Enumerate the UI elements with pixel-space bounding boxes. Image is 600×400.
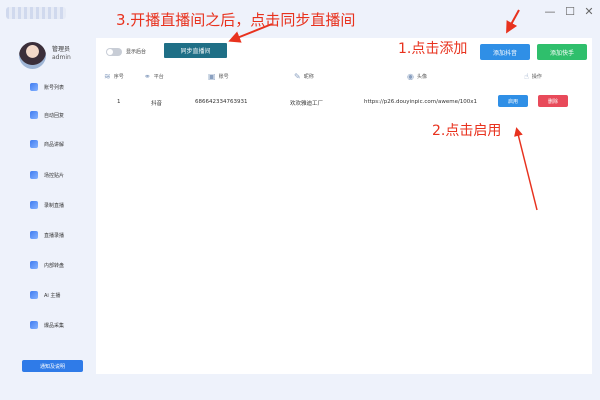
sidebar-item-label: 自动回复 xyxy=(44,112,65,119)
link-icon: ⚭ xyxy=(144,72,151,81)
sidebar-item-ai-host[interactable]: Ai 主播 xyxy=(0,286,96,304)
cell-platform: 抖音 xyxy=(151,101,163,107)
cell-index: 1 xyxy=(117,99,121,105)
sidebar-item-account-list[interactable]: 账号列表 xyxy=(0,78,96,96)
account-list-icon xyxy=(30,83,38,91)
sidebar-item-auto-reply[interactable]: 自动回复 xyxy=(0,106,96,124)
sidebar-item-label: 场控贴片 xyxy=(44,172,65,179)
sidebar-item-label: 商品讲解 xyxy=(44,141,65,148)
avatar xyxy=(19,42,46,69)
notice-button[interactable]: 通知及说明 xyxy=(22,360,83,372)
arrow-to-add-button xyxy=(506,9,520,34)
cell-nickname: 欢欢雅迪工厂 xyxy=(290,101,324,107)
column-header-nickname: ✎ 昵称 xyxy=(294,72,314,81)
sidebar-item-label: 直播录播 xyxy=(44,232,65,239)
replay-icon xyxy=(30,231,38,239)
column-header-actions: ☝ 操作 xyxy=(524,72,542,81)
sidebar-item-label: 录制直播 xyxy=(44,202,65,209)
annotation-step2: 2.点击启用 xyxy=(432,123,502,139)
toggle-label: 显示后台 xyxy=(126,49,147,55)
sidebar-item-product-explain[interactable]: 商品讲解 xyxy=(0,135,96,153)
sidebar-item-label: 账号列表 xyxy=(44,84,65,91)
sidebar-item-record-live[interactable]: 录制直播 xyxy=(0,196,96,214)
sidebar-item-field-control-sticker[interactable]: 场控贴片 xyxy=(0,166,96,184)
sidebar-item-label: Ai 主播 xyxy=(44,292,61,299)
layers-icon: ≋ xyxy=(104,72,111,81)
user-name: 管理员 xyxy=(52,46,71,53)
wheel-icon xyxy=(30,261,38,269)
sidebar: 管理员 admin 账号列表 自动回复 商品讲解 场控贴片 录制直播 直播录播 xyxy=(0,30,96,400)
auto-reply-icon xyxy=(30,111,38,119)
ai-host-icon xyxy=(30,291,38,299)
main-panel: 显示后台 同步直播间 添加抖音 添加快手 ≋ 序号 ⚭ 平台 ▣ 账号 ✎ 昵称… xyxy=(96,38,592,374)
column-header-account: ▣ 账号 xyxy=(208,72,229,81)
sidebar-item-internal-wheel[interactable]: 内部转盘 xyxy=(0,256,96,274)
minimize-icon[interactable]: — xyxy=(543,5,557,18)
user-role: admin xyxy=(52,54,71,61)
show-background-toggle[interactable] xyxy=(106,48,122,56)
edit-icon: ✎ xyxy=(294,72,301,81)
sidebar-item-live-replay[interactable]: 直播录播 xyxy=(0,226,96,244)
column-header-avatar: ◉ 头像 xyxy=(407,72,427,81)
user-icon: ◉ xyxy=(407,72,414,81)
pointer-icon: ☝ xyxy=(524,72,529,81)
sync-live-room-button[interactable]: 同步直播间 xyxy=(164,43,227,58)
column-header-index: ≋ 序号 xyxy=(104,72,124,81)
id-card-icon: ▣ xyxy=(208,72,216,81)
collect-icon xyxy=(30,321,38,329)
add-douyin-button[interactable]: 添加抖音 xyxy=(480,44,530,60)
enable-button[interactable]: 启用 xyxy=(498,95,528,107)
sticker-icon xyxy=(30,171,38,179)
blurred-window-title xyxy=(6,7,66,19)
add-kuaishou-button[interactable]: 添加快手 xyxy=(537,44,587,60)
annotation-step1: 1.点击添加 xyxy=(398,41,468,57)
sidebar-item-hot-product-collect[interactable]: 爆品采集 xyxy=(0,316,96,334)
cell-avatar-url: https://p26.douyinpic.com/aweme/100x1 xyxy=(364,99,478,105)
product-explain-icon xyxy=(30,140,38,148)
column-header-platform: ⚭ 平台 xyxy=(144,72,164,81)
sidebar-item-label: 内部转盘 xyxy=(44,262,65,269)
app-window: — ☐ ✕ 管理员 admin 账号列表 自动回复 商品讲解 场控贴片 录制直播… xyxy=(0,0,600,400)
delete-button[interactable]: 删除 xyxy=(538,95,568,107)
close-icon[interactable]: ✕ xyxy=(582,5,596,18)
annotation-step3: 3.开播直播间之后，点击同步直播间 xyxy=(116,11,356,29)
sidebar-item-label: 爆品采集 xyxy=(44,322,65,329)
cell-account: 686642334763931 xyxy=(195,99,248,105)
maximize-icon[interactable]: ☐ xyxy=(563,5,577,18)
record-icon xyxy=(30,201,38,209)
